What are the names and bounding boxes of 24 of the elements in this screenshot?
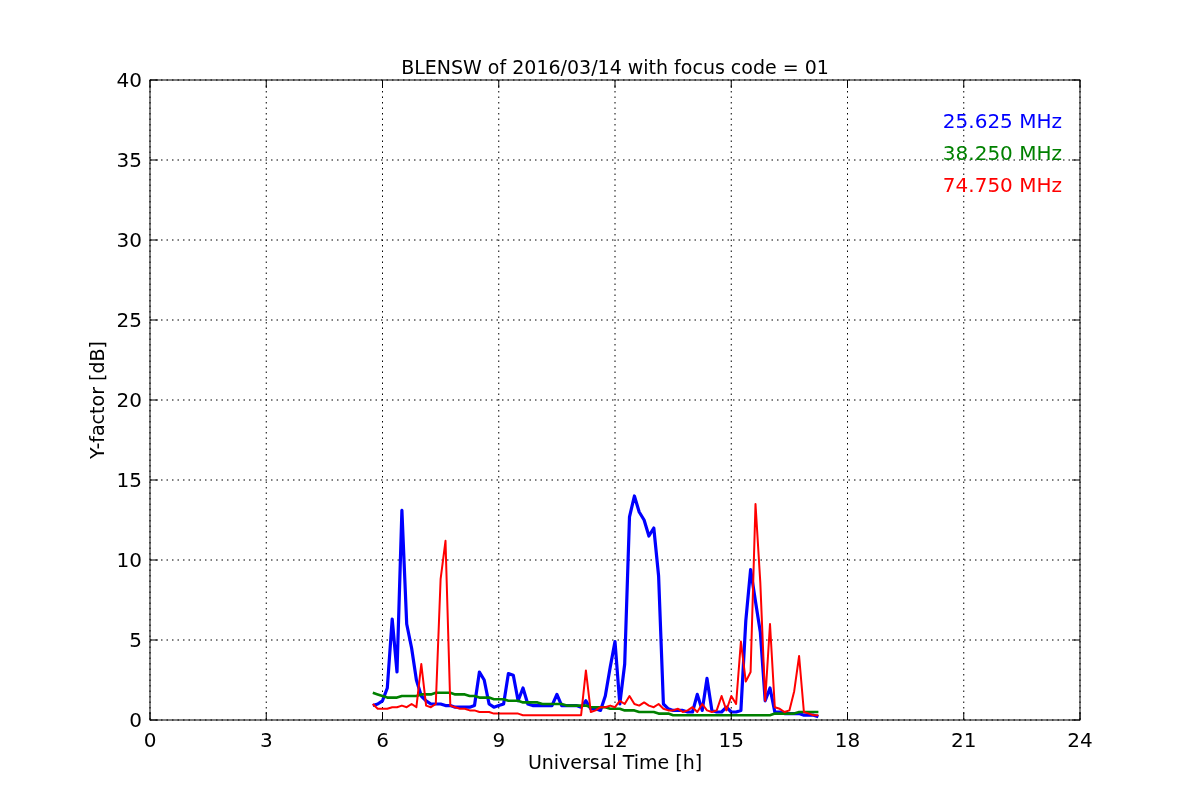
x-tick-label: 9	[492, 728, 506, 752]
legend-label: 38.250 MHz	[942, 141, 1062, 165]
x-tick-label: 3	[259, 728, 273, 752]
y-tick-label: 5	[129, 628, 142, 652]
x-tick-label: 12	[602, 728, 628, 752]
y-tick-label: 10	[116, 548, 142, 572]
chart-title: BLENSW of 2016/03/14 with focus code = 01	[401, 56, 829, 78]
x-axis-label: Universal Time [h]	[527, 751, 703, 773]
y-tick-label: 40	[116, 68, 142, 92]
y-tick-label: 0	[129, 708, 142, 732]
y-tick-label: 35	[116, 148, 142, 172]
y-tick-label: 25	[116, 308, 142, 332]
x-tick-label: 18	[834, 728, 861, 752]
y-tick-label: 20	[116, 388, 142, 412]
x-tick-label: 24	[1067, 728, 1093, 752]
x-tick-label: 21	[951, 728, 977, 752]
y-tick-label: 30	[116, 228, 142, 252]
x-tick-label: 15	[718, 728, 744, 752]
x-tick-label: 0	[143, 728, 157, 752]
y-tick-label: 15	[116, 468, 142, 492]
y-axis-label: Y-factor [dB]	[86, 341, 108, 459]
legend-label: 74.750 MHz	[942, 173, 1062, 197]
legend-label: 25.625 MHz	[942, 109, 1062, 133]
x-tick-label: 6	[376, 728, 389, 752]
